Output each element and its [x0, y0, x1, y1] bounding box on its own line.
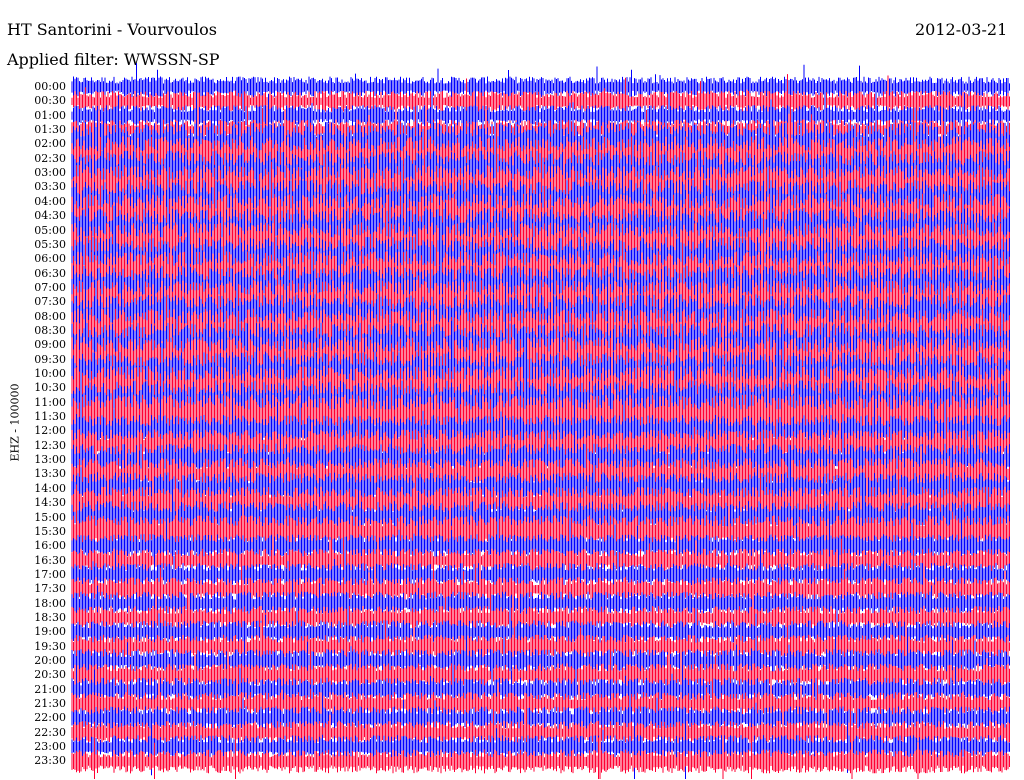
helicorder-plot: [71, 63, 1010, 779]
